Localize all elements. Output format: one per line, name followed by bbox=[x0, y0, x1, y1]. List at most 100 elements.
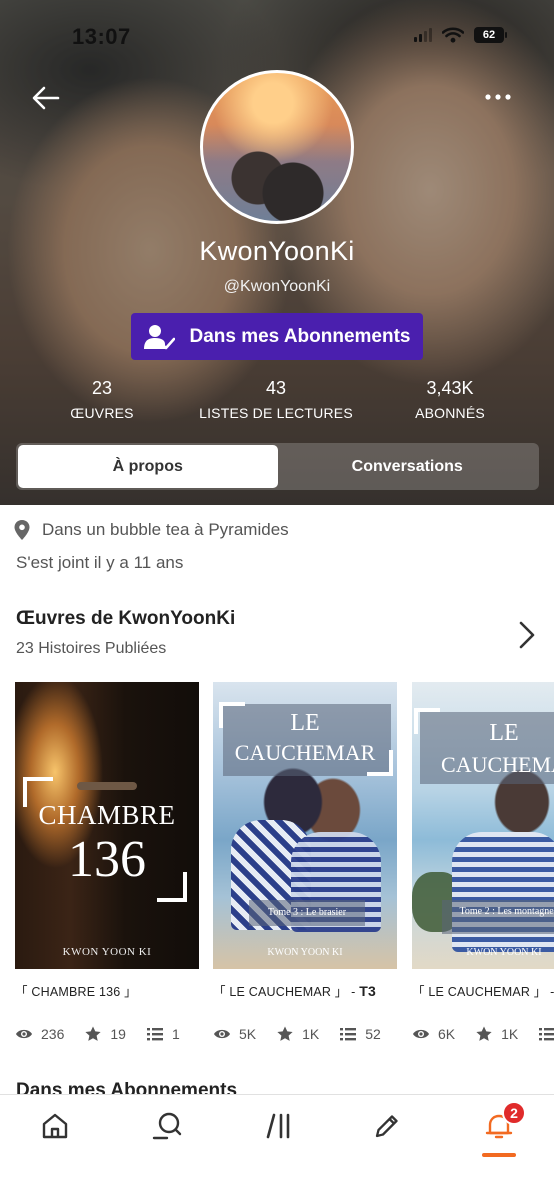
location-text: Dans un bubble tea à Pyramides bbox=[42, 520, 289, 539]
location-row: Dans un bubble tea à Pyramides bbox=[14, 520, 289, 540]
works-count: 23 Histoires Publiées bbox=[16, 640, 167, 657]
book-title[interactable]: 「 LE CAUCHEMAR 」 - T3 bbox=[213, 981, 397, 1000]
username-handle: @KwonYoonKi bbox=[223, 278, 331, 295]
tab-about[interactable]: À propos bbox=[18, 445, 278, 488]
book-title[interactable]: 「 LE CAUCHEMAR 」 - T bbox=[412, 981, 554, 1000]
list-icon bbox=[340, 1028, 357, 1041]
parts-value: 52 bbox=[365, 1026, 381, 1042]
stat-reading-lists[interactable]: 43 LISTES DE LECTURES bbox=[196, 378, 356, 421]
stat-reading-lists-label: LISTES DE LECTURES bbox=[199, 405, 353, 421]
pencil-icon bbox=[375, 1115, 398, 1138]
stat-works-value: 23 bbox=[91, 378, 113, 398]
works-title: Œuvres de KwonYoonKi bbox=[16, 608, 236, 629]
cover-author: KWON YOON KI bbox=[466, 947, 542, 958]
cover-title-line2: CAUCHEMA bbox=[441, 752, 554, 777]
signal-icon bbox=[414, 28, 432, 42]
book-card[interactable]: LE CAUCHEMAR Tome 3 : Le brasier KWON YO… bbox=[213, 682, 397, 1042]
stat-followers[interactable]: 3,43K ABONNÉS bbox=[400, 378, 500, 421]
notification-badge: 2 bbox=[502, 1101, 526, 1125]
parts-count bbox=[538, 1026, 554, 1042]
display-name: KwonYoonKi bbox=[199, 236, 355, 266]
reads-value: 5K bbox=[239, 1026, 257, 1042]
star-icon bbox=[476, 1026, 492, 1041]
joined-date: S'est joint il y a 11 ans bbox=[16, 553, 184, 572]
back-arrow-icon[interactable] bbox=[30, 82, 62, 114]
works-carousel[interactable]: CHAMBRE 136 KWON YOON KI 「 CHAMBRE 136 」… bbox=[15, 682, 554, 1052]
active-tab-indicator bbox=[482, 1153, 516, 1157]
book-title-text: 「 LE CAUCHEMAR 」 - T bbox=[412, 985, 554, 999]
book-title-suffix: T3 bbox=[359, 983, 376, 999]
stat-works[interactable]: 23 ŒUVRES bbox=[52, 378, 152, 421]
book-title[interactable]: 「 CHAMBRE 136 」 bbox=[15, 981, 199, 1000]
reads-count: 6K bbox=[412, 1026, 455, 1042]
reads-count: 236 bbox=[15, 1026, 64, 1042]
votes-count: 1K bbox=[276, 1026, 319, 1042]
avatar bbox=[200, 70, 354, 224]
home-icon bbox=[42, 1113, 68, 1139]
book-cover[interactable]: LE CAUCHEMA Tome 2 : Les montagnes russe… bbox=[412, 682, 554, 969]
eye-icon bbox=[214, 1029, 230, 1039]
list-icon bbox=[539, 1028, 554, 1041]
bottom-navigation: 2 bbox=[0, 1094, 554, 1200]
reads-value: 236 bbox=[41, 1026, 65, 1042]
book-title-text: 「 CHAMBRE 136 」 bbox=[15, 985, 137, 999]
cover-author: KWON YOON KI bbox=[267, 947, 343, 958]
profile-header: 13:07 62 KwonYoonKi @KwonYoonKi Dans mes… bbox=[0, 0, 554, 505]
search-icon bbox=[152, 1112, 182, 1140]
stat-followers-label: ABONNÉS bbox=[415, 405, 485, 421]
book-cover[interactable]: CHAMBRE 136 KWON YOON KI bbox=[15, 682, 199, 969]
cover-door-handle bbox=[77, 782, 137, 790]
nav-notifications[interactable]: 2 bbox=[482, 1101, 526, 1143]
parts-count: 1 bbox=[146, 1026, 180, 1042]
following-button-label: Dans mes Abonnements bbox=[189, 325, 411, 347]
eye-icon bbox=[413, 1029, 429, 1039]
nav-home[interactable] bbox=[38, 1109, 72, 1143]
votes-count: 1K bbox=[475, 1026, 518, 1042]
wifi-icon bbox=[442, 27, 464, 43]
votes-value: 1K bbox=[302, 1026, 320, 1042]
cover-title-line1: LE bbox=[290, 710, 320, 736]
book-stats: 5K 1K 52 bbox=[213, 1026, 397, 1042]
book-stats: 6K 1K bbox=[412, 1026, 554, 1042]
stat-works-label: ŒUVRES bbox=[70, 405, 134, 421]
reads-value: 6K bbox=[438, 1026, 456, 1042]
more-options-icon[interactable] bbox=[484, 88, 512, 106]
cover-title-line1: LE bbox=[489, 720, 519, 746]
user-check-icon bbox=[144, 324, 176, 349]
profile-tabs: À propos Conversations bbox=[16, 443, 539, 490]
status-time: 13:07 bbox=[72, 24, 131, 49]
book-card[interactable]: LE CAUCHEMA Tome 2 : Les montagnes russe… bbox=[412, 682, 554, 1042]
star-icon bbox=[85, 1026, 101, 1041]
cover-title-line2: CAUCHEMAR bbox=[234, 740, 376, 765]
votes-value: 1K bbox=[501, 1026, 519, 1042]
nav-search[interactable] bbox=[150, 1109, 184, 1143]
battery-icon: 62 bbox=[474, 27, 507, 43]
chevron-right-icon[interactable] bbox=[518, 620, 536, 650]
stat-followers-value: 3,43K bbox=[426, 378, 474, 398]
book-title-text: 「 LE CAUCHEMAR 」 - bbox=[213, 985, 360, 999]
cover-author: KWON YOON KI bbox=[62, 946, 152, 958]
nav-write[interactable] bbox=[370, 1109, 404, 1143]
following-button[interactable]: Dans mes Abonnements bbox=[131, 313, 423, 360]
votes-value: 19 bbox=[110, 1026, 126, 1042]
cover-title-line1: CHAMBRE bbox=[38, 800, 176, 830]
cover-title-line2: 136 bbox=[68, 831, 146, 888]
cover-tome: Tome 3 : Le brasier bbox=[267, 907, 347, 918]
book-card[interactable]: CHAMBRE 136 KWON YOON KI 「 CHAMBRE 136 」… bbox=[15, 682, 199, 1042]
eye-icon bbox=[16, 1029, 32, 1039]
cover-tome: Tome 2 : Les montagnes russes bbox=[459, 906, 554, 917]
star-icon bbox=[277, 1026, 293, 1041]
cover-figure bbox=[452, 832, 554, 952]
book-cover[interactable]: LE CAUCHEMAR Tome 3 : Le brasier KWON YO… bbox=[213, 682, 397, 969]
location-pin-icon bbox=[14, 520, 30, 540]
book-stats: 236 19 1 bbox=[15, 1026, 199, 1042]
stat-reading-lists-value: 43 bbox=[265, 378, 287, 398]
parts-count: 52 bbox=[339, 1026, 381, 1042]
parts-value: 1 bbox=[171, 1026, 180, 1042]
works-section-header[interactable]: Œuvres de KwonYoonKi 23 Histoires Publié… bbox=[16, 608, 546, 658]
reads-count: 5K bbox=[213, 1026, 256, 1042]
votes-count: 19 bbox=[84, 1026, 126, 1042]
tab-conversations[interactable]: Conversations bbox=[278, 445, 538, 488]
nav-library[interactable] bbox=[262, 1109, 296, 1143]
list-icon bbox=[146, 1028, 163, 1041]
